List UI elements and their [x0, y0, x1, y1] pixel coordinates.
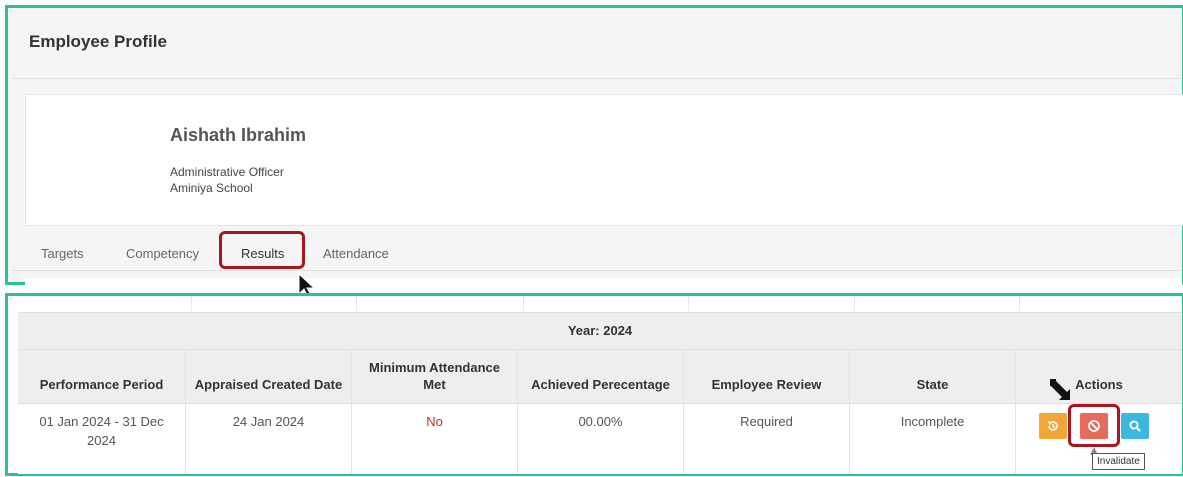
tab-targets[interactable]: Targets	[41, 246, 84, 261]
invalidate-tooltip: Invalidate	[1092, 453, 1145, 470]
employee-school: Aminiya School	[170, 181, 253, 195]
search-icon	[1129, 420, 1141, 432]
view-button[interactable]	[1121, 413, 1149, 439]
table-header: Performance Period Appraised Created Dat…	[18, 350, 1182, 404]
col-actions: Actions	[1075, 377, 1123, 392]
col-performance-period: Performance Period	[18, 350, 186, 403]
employee-name: Aishath Ibrahim	[170, 125, 307, 145]
arrow-pointer-icon	[1050, 379, 1070, 400]
clipped-row	[11, 296, 1182, 311]
history-button[interactable]	[1039, 413, 1067, 439]
cell-attendance-met: No	[352, 404, 518, 474]
employee-position: Administrative Officer	[170, 165, 284, 179]
page-title: Employee Profile	[29, 32, 167, 51]
col-employee-review: Employee Review	[684, 350, 850, 403]
history-icon	[1048, 421, 1058, 431]
results-panel: Year: 2024 Performance Period Appraised …	[5, 293, 1183, 476]
cell-percentage: 00.00%	[518, 404, 684, 474]
cell-state: Incomplete	[850, 404, 1016, 474]
profile-card: Aishath Ibrahim Administrative Officer A…	[25, 94, 1183, 226]
col-min-attendance: Minimum Attendance Met	[352, 350, 518, 403]
cell-created-date: 24 Jan 2024	[186, 404, 352, 474]
invalidate-highlight	[1068, 404, 1120, 447]
title-divider	[11, 78, 1182, 79]
panel-bottom-strip	[25, 278, 1182, 286]
results-tab-highlight	[219, 231, 305, 269]
profile-tabs: Targets Competency Results Attendance	[11, 238, 1182, 271]
tab-competency[interactable]: Competency	[126, 246, 199, 261]
profile-panel: Employee Profile Aishath Ibrahim Adminis…	[5, 5, 1183, 286]
cell-period: 01 Jan 2024 - 31 Dec 2024	[18, 404, 186, 474]
col-state: State	[850, 350, 1016, 403]
year-header: Year: 2024	[18, 312, 1182, 350]
tab-attendance[interactable]: Attendance	[323, 246, 389, 261]
table-row: 01 Jan 2024 - 31 Dec 2024 24 Jan 2024 No…	[18, 404, 1182, 474]
col-achieved-percentage: Achieved Perecentage	[518, 350, 684, 403]
cell-employee-review: Required	[684, 404, 850, 474]
col-created-date: Appraised Created Date	[186, 350, 352, 403]
